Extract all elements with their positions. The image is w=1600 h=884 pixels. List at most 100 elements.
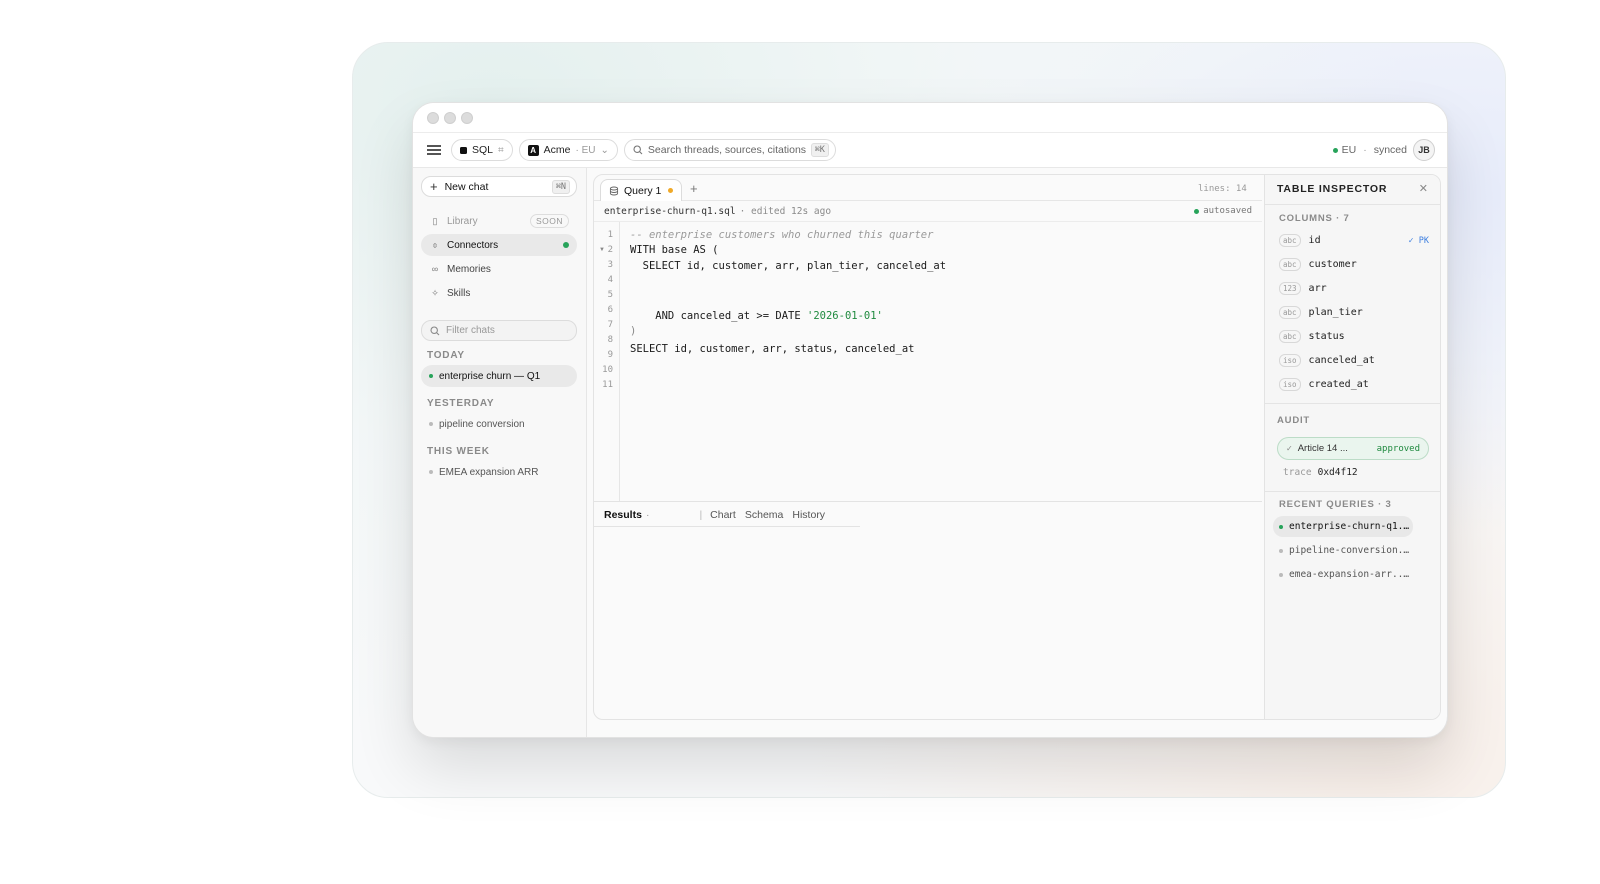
active-chat-dot: [429, 374, 433, 378]
code-line-9[interactable]: SELECT id, customer, arr, status, cancel…: [630, 343, 914, 355]
new-chat-button[interactable]: + New chat ⌘N: [421, 176, 577, 197]
audit-item-label: Article 14 ...: [1297, 443, 1348, 454]
workspace-region: · EU: [575, 144, 596, 156]
close-icon[interactable]: ✕: [1419, 182, 1428, 195]
type-chip: 123: [1279, 282, 1301, 295]
tab-divider: |: [699, 509, 703, 521]
top-toolbar: SQL ⌗ A Acme · EU ⌄ Search threads, sour…: [413, 133, 1447, 168]
section-today: TODAY: [427, 350, 465, 361]
audit-status: approved: [1376, 443, 1420, 454]
results-count: ·: [645, 509, 650, 521]
app-window: SQL ⌗ A Acme · EU ⌄ Search threads, sour…: [412, 102, 1448, 738]
column-name: customer: [1308, 259, 1357, 270]
check-icon: ✓: [1286, 444, 1293, 453]
code-line-2[interactable]: WITH base AS (: [630, 244, 719, 256]
filter-chats-input[interactable]: Filter chats: [421, 320, 577, 341]
book-icon: ▯: [432, 215, 438, 226]
code-line-1[interactable]: -- enterprise customers who churned this…: [630, 229, 933, 241]
trace-key: trace: [1283, 467, 1312, 478]
chat-item[interactable]: enterprise churn — Q1: [421, 365, 577, 387]
code-line-8[interactable]: ): [630, 325, 636, 337]
trace-id: trace 0xd4f12: [1283, 467, 1358, 478]
primary-key-badge: ✓ PK: [1408, 235, 1429, 246]
memory-icon: ∞: [431, 264, 439, 274]
chat-item[interactable]: pipeline conversion: [421, 413, 577, 435]
audit-item[interactable]: ✓ Article 14 ... approved: [1277, 437, 1429, 460]
inspector-title: TABLE INSPECTOR: [1277, 183, 1388, 195]
chat-dot: [429, 470, 433, 474]
minimize-window-button[interactable]: [444, 112, 456, 124]
inspector-divider: [1265, 491, 1440, 492]
column-row[interactable]: abc plan_tier: [1279, 306, 1429, 319]
column-row[interactable]: iso created_at: [1279, 378, 1429, 391]
audit-label: AUDIT: [1277, 415, 1311, 426]
line-number: 6: [607, 305, 613, 315]
column-row[interactable]: abc status: [1279, 330, 1429, 343]
line-number: 5: [607, 290, 613, 300]
sidebar-item-connectors[interactable]: ⌽ Connectors: [421, 234, 577, 256]
line-number: 9: [607, 350, 613, 360]
line-number: 3: [607, 260, 613, 270]
chat-item-label: enterprise churn — Q1: [439, 370, 541, 382]
query-dot: [1279, 572, 1283, 577]
region-status-dot: [1332, 147, 1338, 153]
tab-schema[interactable]: Schema: [745, 509, 784, 521]
fold-arrow-icon[interactable]: ▼: [599, 247, 605, 253]
search-input[interactable]: Search threads, sources, citations ⌘K: [623, 139, 836, 161]
line-number: 2: [607, 245, 613, 255]
tab-history[interactable]: History: [792, 509, 825, 521]
tab-query-1[interactable]: Query 1: [600, 179, 683, 201]
chat-item-label: pipeline conversion: [439, 418, 525, 430]
recent-queries-label: RECENT QUERIES · 3: [1279, 499, 1392, 510]
tab-chart[interactable]: Chart: [710, 509, 736, 521]
sidebar: + New chat ⌘N ▯ Library SOON ⌽ Connector…: [413, 168, 587, 737]
database-icon: [609, 186, 619, 195]
plus-icon: +: [430, 179, 438, 194]
recent-query-item[interactable]: enterprise-churn-q1...: [1273, 516, 1413, 537]
line-number: 7: [607, 320, 613, 330]
search-placeholder: Search threads, sources, citations: [647, 144, 807, 156]
column-row[interactable]: abc id ✓ PK: [1279, 234, 1429, 247]
sidebar-item-label: Library: [447, 215, 478, 227]
active-query-dot: [1279, 524, 1283, 529]
workspace-selector[interactable]: A Acme · EU ⌄: [518, 139, 618, 161]
code-string: '2026-01-01': [807, 310, 883, 322]
result-tabs: Results · | Chart Schema History: [604, 509, 834, 521]
autosave-label: autosaved: [1203, 206, 1252, 216]
line-number: 4: [607, 275, 613, 285]
workspace-label: Acme: [543, 144, 571, 156]
line-number: 8: [607, 335, 613, 345]
editor-pane: Query 1 + lines: 14 enterprise-churn-q1.…: [593, 174, 1441, 720]
results-divider[interactable]: [594, 501, 1262, 502]
chat-item-label: EMEA expansion ARR: [439, 466, 539, 478]
avatar[interactable]: JB: [1413, 139, 1435, 161]
add-tab-button[interactable]: +: [690, 181, 698, 196]
column-name: created_at: [1308, 379, 1369, 390]
mode-selector[interactable]: SQL ⌗: [451, 139, 513, 161]
sidebar-item-label: Memories: [447, 263, 491, 275]
recent-query-label: enterprise-churn-q1...: [1289, 521, 1413, 532]
maximize-window-button[interactable]: [461, 112, 473, 124]
column-row[interactable]: abc customer: [1279, 258, 1429, 271]
sidebar-item-memories[interactable]: ∞ Memories: [421, 258, 577, 280]
tab-results[interactable]: Results: [604, 509, 642, 521]
menu-icon[interactable]: [427, 144, 441, 156]
column-name: id: [1308, 235, 1321, 246]
line-count: lines: 14: [1198, 184, 1247, 194]
code-line-7[interactable]: AND canceled_at >= DATE '2026-01-01': [630, 310, 883, 322]
line-number: 10: [602, 365, 613, 375]
chat-item[interactable]: EMEA expansion ARR: [421, 461, 577, 483]
sidebar-item-label: Skills: [447, 287, 471, 299]
sparkle-icon: ✧: [431, 287, 439, 298]
sidebar-item-library[interactable]: ▯ Library SOON: [421, 210, 577, 232]
recent-query-item[interactable]: emea-expansion-arr....: [1273, 564, 1413, 585]
column-row[interactable]: 123 arr: [1279, 282, 1429, 295]
sidebar-item-skills[interactable]: ✧ Skills: [421, 282, 577, 304]
code-line-3[interactable]: SELECT id, customer, arr, plan_tier, can…: [630, 260, 946, 272]
recent-query-item[interactable]: pipeline-conversion...: [1273, 540, 1413, 561]
column-name: canceled_at: [1308, 355, 1375, 366]
search-icon: [633, 145, 643, 155]
column-row[interactable]: iso canceled_at: [1279, 354, 1429, 367]
section-this-week: THIS WEEK: [427, 446, 490, 457]
close-window-button[interactable]: [427, 112, 439, 124]
